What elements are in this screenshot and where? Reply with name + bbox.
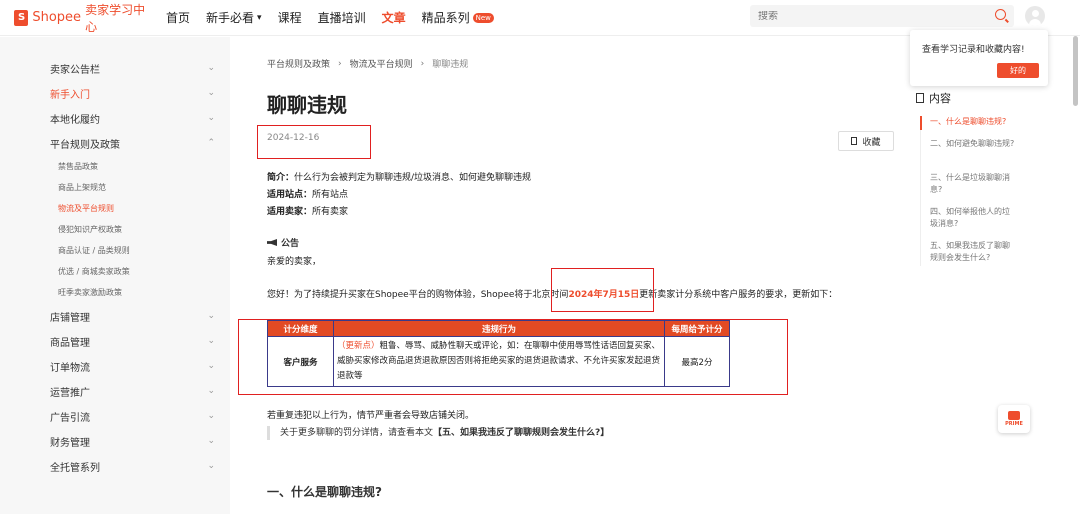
sidebar-item-marketing[interactable]: 运营推广 ⌄	[50, 383, 220, 399]
prime-label: PRIME	[1005, 421, 1023, 427]
sidebar-sub-listing[interactable]: 商品上架规范	[58, 182, 106, 193]
chevron-down-icon: ⌄	[207, 113, 215, 123]
favorite-button[interactable]: 收藏	[838, 131, 894, 151]
document-icon	[916, 93, 924, 103]
chevron-down-icon: ⌄	[207, 361, 215, 371]
megaphone-icon	[267, 239, 277, 246]
article-date: 2024-12-16	[267, 133, 320, 143]
intro-line: 简介：什么行为会被判定为聊聊违规/垃圾消息、如何避免聊聊违规	[267, 173, 532, 183]
search-icon[interactable]	[995, 9, 1006, 20]
page-title: 聊聊违规	[267, 93, 347, 117]
nav-articles[interactable]: 文章	[382, 0, 406, 36]
sidebar-item-ads[interactable]: 广告引流 ⌄	[50, 408, 220, 424]
new-badge: New	[472, 12, 494, 23]
chevron-down-icon: ⌄	[207, 88, 215, 98]
section-heading: 一、什么是聊聊违规?	[267, 485, 382, 499]
sidebar-item-full-managed[interactable]: 全托管系列 ⌄	[50, 458, 220, 474]
sidebar-item-getting-started[interactable]: 新手入门 ⌄	[50, 85, 220, 101]
avatar[interactable]	[1025, 6, 1045, 26]
toc-heading: 内容	[916, 90, 1026, 106]
notice-heading: 公告	[267, 236, 299, 249]
closure-warning: 若重复违犯以上行为，情节严重者会导致店铺关闭。	[267, 411, 475, 421]
chevron-down-icon: ⌄	[207, 386, 215, 396]
bookmark-icon	[851, 137, 858, 145]
popup-ok-button[interactable]: 好的	[997, 63, 1039, 78]
toc-item[interactable]: 三、什么是垃圾聊聊消息?	[930, 172, 1015, 196]
sidebar-sub-prohibited[interactable]: 禁售品政策	[58, 161, 98, 172]
table-of-contents: 内容 一、什么是聊聊违规? 二、如何避免聊聊违规? 三、什么是垃圾聊聊消息? 四…	[916, 90, 1026, 266]
sidebar-item-product-management[interactable]: 商品管理 ⌄	[50, 333, 220, 349]
nav-beginners[interactable]: 新手必看 ▾	[206, 0, 262, 36]
sites-line: 适用站点：所有站点	[267, 190, 349, 200]
sidebar-sub-certification[interactable]: 商品认证 / 品类规则	[58, 245, 130, 256]
sidebar-sub-ip[interactable]: 侵犯知识产权政策	[58, 224, 122, 235]
chevron-down-icon: ⌄	[207, 436, 215, 446]
learning-record-popup: 查看学习记录和收藏内容! 好的	[910, 30, 1048, 86]
sidebar-item-announcements[interactable]: 卖家公告栏 ⌄	[50, 60, 220, 76]
chevron-down-icon: ⌄	[207, 336, 215, 346]
shopee-bag-icon	[1008, 411, 1020, 420]
breadcrumb: 平台规则及政策 › 物流及平台规则 › 聊聊违规	[267, 57, 469, 71]
search-box[interactable]	[750, 5, 1014, 27]
chevron-down-icon: ⌄	[207, 461, 215, 471]
article-main: 平台规则及政策 › 物流及平台规则 › 聊聊违规 聊聊违规 2024-12-16…	[230, 37, 910, 514]
nav-premium[interactable]: 精品系列 New	[422, 0, 494, 36]
search-input[interactable]	[750, 10, 980, 22]
chevron-right-icon: ›	[420, 58, 425, 69]
highlight-box-table	[238, 319, 788, 395]
main-nav: 首页 新手必看 ▾ 课程 直播培训 文章 精品系列 New	[166, 0, 510, 36]
sidebar-item-shop-management[interactable]: 店铺管理 ⌄	[50, 308, 220, 324]
brand-name: Shopee	[32, 10, 82, 25]
sidebar-item-localized-fulfillment[interactable]: 本地化履约 ⌄	[50, 110, 220, 126]
chevron-down-icon: ⌄	[207, 311, 215, 321]
sidebar-sub-logistics[interactable]: 物流及平台规则	[58, 203, 114, 214]
chevron-up-icon: ⌃	[207, 138, 215, 148]
greeting: 亲爱的卖家，	[267, 257, 322, 267]
toc-item[interactable]: 五、如果我违反了聊聊规则会发生什么?	[930, 240, 1015, 264]
nav-home[interactable]: 首页	[166, 0, 190, 36]
breadcrumb-item[interactable]: 平台规则及政策	[267, 57, 330, 70]
shopee-bag-icon	[14, 9, 29, 26]
breadcrumb-current: 聊聊违规	[432, 60, 469, 70]
toc-track	[920, 116, 921, 266]
prime-badge[interactable]: PRIME	[998, 405, 1030, 433]
sidebar-sub-peak-season[interactable]: 旺季卖家激励政策	[58, 287, 122, 298]
scrollbar[interactable]	[1073, 36, 1078, 106]
chevron-down-icon: ⌄	[207, 63, 215, 73]
breadcrumb-item[interactable]: 物流及平台规则	[350, 57, 413, 70]
sidebar-sub-preferred[interactable]: 优选 / 商城卖家政策	[58, 266, 130, 277]
chevron-right-icon: ›	[338, 58, 342, 69]
toc-item[interactable]: 一、什么是聊聊违规?	[930, 116, 1015, 128]
toc-item[interactable]: 四、如何举报他人的垃圾消息?	[930, 206, 1015, 230]
nav-live[interactable]: 直播培训	[318, 0, 366, 36]
nav-courses[interactable]: 课程	[278, 0, 302, 36]
sidebar-item-finance[interactable]: 财务管理 ⌄	[50, 433, 220, 449]
popup-message: 查看学习记录和收藏内容!	[922, 45, 1025, 55]
brand-subtitle: 卖家学习中心	[85, 2, 146, 34]
sidebar: 卖家公告栏 ⌄ 新手入门 ⌄ 本地化履约 ⌄ 平台规则及政策 ⌃ 禁售品政策 商品上架规…	[0, 37, 230, 514]
shopee-logo[interactable]: Shopee 卖家学习中心	[14, 1, 154, 35]
sellers-line: 适用卖家：所有卖家	[267, 207, 349, 217]
chevron-down-icon: ▾	[257, 12, 262, 23]
sidebar-item-order-logistics[interactable]: 订单物流 ⌄	[50, 358, 220, 374]
toc-active-indicator	[920, 116, 922, 130]
chevron-down-icon: ⌄	[207, 411, 215, 421]
sidebar-item-platform-rules[interactable]: 平台规则及政策 ⌃	[50, 135, 220, 151]
reference-quote: 关于更多聊聊的罚分详情，请查看本文【五、如果我违反了聊聊规则会发生什么?】	[267, 426, 609, 440]
section-link[interactable]: 【五、如果我违反了聊聊规则会发生什么?】	[433, 428, 609, 438]
highlight-box-update-date	[551, 268, 654, 312]
toc-item[interactable]: 二、如何避免聊聊违规?	[930, 138, 1015, 150]
